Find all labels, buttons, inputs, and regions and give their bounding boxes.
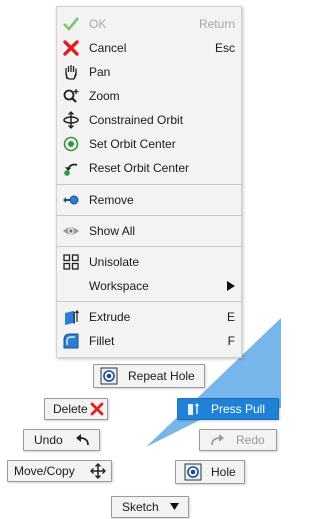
press-pull-label: Press Pull (211, 402, 266, 416)
press-pull-icon (186, 401, 202, 417)
remove-icon (62, 191, 80, 209)
grid-icon (62, 253, 80, 271)
menu-item-remove[interactable]: Remove (57, 189, 241, 211)
redo-arrow-icon (210, 432, 226, 448)
menu-item-ok[interactable]: OK Return (57, 13, 241, 35)
move-copy-label: Move/Copy (14, 464, 75, 478)
menu-item-shortcut: E (226, 310, 235, 324)
repeat-hole-button[interactable]: Repeat Hole (93, 364, 205, 388)
menu-item-label: Show All (89, 224, 136, 238)
hole-icon (100, 367, 118, 385)
menu-item-label: Set Orbit Center (89, 137, 176, 151)
eye-icon (62, 222, 80, 240)
submenu-arrow-icon (227, 281, 235, 291)
menu-item-label: Unisolate (89, 255, 140, 269)
reset-icon (62, 159, 80, 177)
menu-item-label: Pan (89, 65, 111, 79)
menu-item-label: Fillet (89, 334, 115, 348)
menu-item-shortcut: Return (198, 17, 235, 31)
hole-icon (184, 463, 202, 481)
delete-button[interactable]: Delete (44, 398, 108, 420)
menu-separator (57, 215, 241, 216)
menu-item-fillet[interactable]: Fillet F (57, 330, 241, 352)
menu-item-pan[interactable]: Pan (57, 61, 241, 83)
redo-button[interactable]: Redo (199, 429, 277, 451)
orbit-icon (62, 111, 80, 129)
zoom-icon (62, 87, 80, 105)
menu-item-label: Reset Orbit Center (89, 161, 190, 175)
hand-icon (62, 63, 80, 81)
menu-item-label: Workspace (89, 279, 149, 293)
menu-item-label: Cancel (89, 41, 127, 55)
menu-item-shortcut: Esc (214, 41, 235, 55)
menu-item-zoom[interactable]: Zoom (57, 85, 241, 107)
extrude-icon (62, 308, 80, 326)
red-x-icon (62, 39, 80, 57)
menu-item-label: Extrude (89, 310, 131, 324)
menu-item-set-orbit-center[interactable]: Set Orbit Center (57, 133, 241, 155)
repeat-hole-label: Repeat Hole (128, 369, 195, 383)
menu-item-label: Remove (89, 193, 134, 207)
move-copy-button[interactable]: Move/Copy (7, 460, 112, 482)
context-menu: OK Return Cancel Esc Pan Zoom Constraine… (56, 6, 242, 358)
menu-item-cancel[interactable]: Cancel Esc (57, 37, 241, 59)
menu-item-extrude[interactable]: Extrude E (57, 306, 241, 328)
red-x-icon (90, 402, 104, 416)
menu-item-unisolate[interactable]: Unisolate (57, 251, 241, 273)
menu-separator (57, 246, 241, 247)
target-icon (62, 135, 80, 153)
move-icon (90, 463, 106, 479)
undo-button[interactable]: Undo (23, 429, 100, 451)
menu-item-label: OK (89, 17, 107, 31)
menu-item-constrained-orbit[interactable]: Constrained Orbit (57, 109, 241, 131)
undo-arrow-icon (74, 432, 90, 448)
menu-item-show-all[interactable]: Show All (57, 220, 241, 242)
fillet-icon (62, 332, 80, 350)
menu-item-label: Zoom (89, 89, 120, 103)
menu-item-workspace[interactable]: Workspace (57, 275, 241, 297)
press-pull-button[interactable]: Press Pull (177, 398, 279, 420)
undo-label: Undo (34, 433, 63, 447)
sketch-label: Sketch (122, 500, 159, 514)
menu-item-reset-orbit-center[interactable]: Reset Orbit Center (57, 157, 241, 179)
delete-label: Delete (53, 402, 88, 416)
menu-separator (57, 184, 241, 185)
dropdown-arrow-icon (170, 503, 179, 510)
sketch-button[interactable]: Sketch (111, 496, 189, 518)
checkmark-icon (62, 15, 80, 33)
menu-separator (57, 301, 241, 302)
redo-label: Redo (236, 433, 265, 447)
menu-item-label: Constrained Orbit (89, 113, 184, 127)
hole-button[interactable]: Hole (175, 460, 245, 484)
hole-label: Hole (211, 465, 236, 479)
menu-item-shortcut: F (227, 334, 235, 348)
